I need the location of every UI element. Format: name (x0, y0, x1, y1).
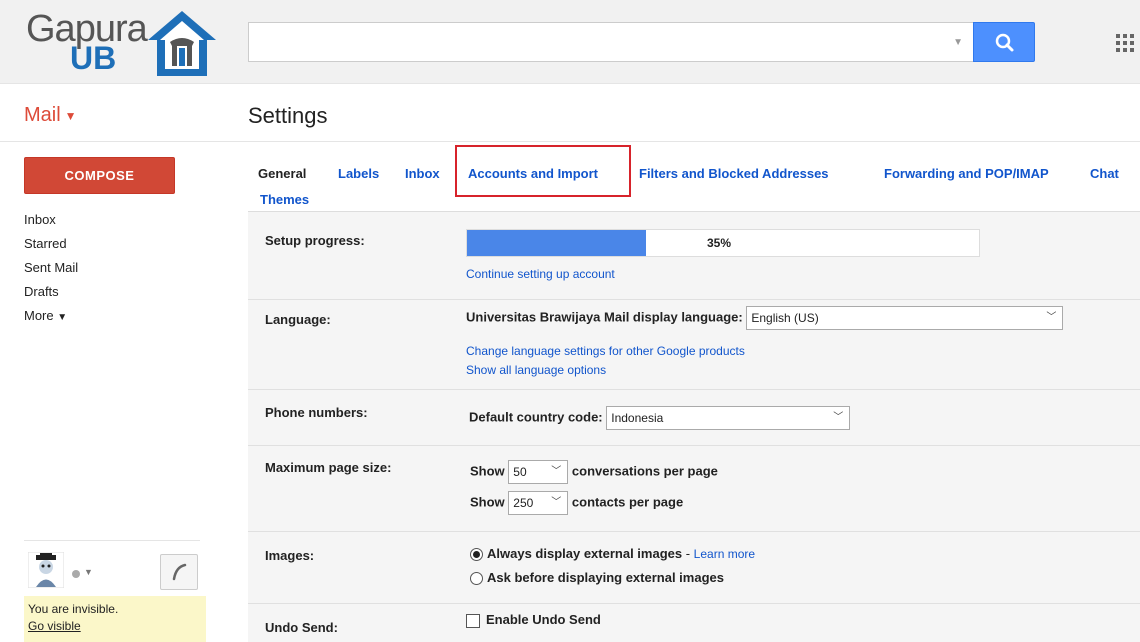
search-button[interactable] (973, 22, 1035, 62)
divider (0, 141, 1140, 142)
tab-themes[interactable]: Themes (260, 192, 309, 207)
phone-icon (172, 563, 187, 581)
sidebar-item-starred[interactable]: Starred (24, 236, 78, 260)
contacts-per-page-value: 250 (513, 496, 534, 510)
setup-progress-label: Setup progress: (265, 233, 365, 248)
conversations-per-page-control: Show 50 ﹀ conversations per page (470, 460, 718, 484)
ask-before-displaying-radio[interactable] (470, 572, 483, 586)
country-code-value: Indonesia (611, 411, 664, 425)
gate-emblem-icon (148, 11, 216, 76)
mail-label: Mail (24, 104, 61, 126)
undo-send-control[interactable]: Enable Undo Send (466, 612, 601, 628)
gapura-ub-logo[interactable]: Gapura UB (14, 6, 224, 78)
avatar[interactable] (28, 552, 64, 588)
undo-send-label: Undo Send: (265, 620, 338, 635)
page-title: Settings (248, 103, 328, 128)
chat-status-text: You are invisible. (28, 602, 119, 616)
conversations-per-page-value: 50 (513, 465, 527, 479)
tab-labels[interactable]: Labels (338, 166, 379, 181)
change-language-settings-link[interactable]: Change language settings for other Googl… (466, 344, 745, 358)
setup-progress-bar: 35% (466, 229, 980, 257)
default-country-code-prompt: Default country code: (469, 409, 603, 425)
separator-text: - (682, 546, 694, 561)
mail-menu[interactable]: Mail ▼ (24, 104, 77, 127)
sidebar-nav: Inbox Starred Sent Mail Drafts More ▼ (24, 212, 78, 332)
display-language-value: English (US) (751, 311, 819, 325)
language-control: Universitas Brawijaya Mail display langu… (466, 306, 1064, 330)
sidebar-item-inbox[interactable]: Inbox (24, 212, 78, 236)
setting-row-language: Language: Universitas Brawijaya Mail dis… (248, 300, 1140, 390)
images-option-ask[interactable]: Ask before displaying external images (470, 570, 724, 586)
chevron-down-icon: ﹀ (551, 466, 562, 477)
conversations-per-page-text: conversations per page (571, 463, 718, 479)
contacts-per-page-select[interactable]: 250 ﹀ (508, 491, 569, 515)
phone-numbers-label: Phone numbers: (265, 405, 368, 420)
chevron-down-icon: ﹀ (551, 497, 562, 508)
progress-percent: 35% (707, 236, 732, 250)
sidebar-more-label: More (24, 308, 54, 323)
contacts-per-page-text: contacts per page (571, 494, 684, 510)
setting-row-images: Images: Always display external images -… (248, 532, 1140, 604)
images-label: Images: (265, 548, 315, 563)
language-label: Language: (265, 312, 331, 327)
conversations-per-page-select[interactable]: 50 ﹀ (508, 460, 569, 484)
setting-row-phone-numbers: Phone numbers: Default country code: Ind… (248, 390, 1140, 446)
display-language-select[interactable]: English (US) ﹀ (746, 306, 1064, 330)
always-display-label: Always display external images (487, 546, 683, 561)
show-label: Show (470, 494, 505, 510)
search-input[interactable]: ▼ (248, 22, 973, 62)
chat-status-notice: You are invisible. Go visible (24, 596, 206, 642)
continue-setup-link[interactable]: Continue setting up account (466, 267, 615, 281)
display-language-prompt: Universitas Brawijaya Mail display langu… (466, 309, 743, 325)
chat-status-dot[interactable] (72, 570, 80, 578)
always-display-radio[interactable] (470, 548, 483, 562)
sidebar-item-sent-mail[interactable]: Sent Mail (24, 260, 78, 284)
top-header: Gapura UB ▼ (0, 0, 1140, 84)
show-all-language-options-link[interactable]: Show all language options (466, 363, 606, 377)
phone-control: Default country code: Indonesia ﹀ (469, 406, 851, 430)
enable-undo-send-checkbox[interactable] (466, 613, 480, 628)
caret-down-icon[interactable]: ▼ (84, 567, 93, 577)
setting-row-setup-progress: Setup progress: 35% Continue setting up … (248, 212, 1140, 300)
tab-filters-and-blocked-addresses[interactable]: Filters and Blocked Addresses (639, 166, 829, 181)
caret-down-icon: ▼ (64, 108, 77, 123)
divider (24, 540, 200, 541)
tab-accounts-and-import[interactable]: Accounts and Import (468, 166, 598, 181)
tab-inbox[interactable]: Inbox (405, 166, 440, 181)
search-icon (995, 33, 1014, 52)
setting-row-undo-send: Undo Send: Enable Undo Send (248, 604, 1140, 642)
caret-down-icon: ▼ (57, 312, 68, 323)
tab-chat[interactable]: Chat (1090, 166, 1119, 181)
tab-general[interactable]: General (258, 166, 306, 181)
sidebar-item-more[interactable]: More ▼ (24, 308, 78, 332)
tab-forwarding-and-pop-imap[interactable]: Forwarding and POP/IMAP (884, 166, 1049, 181)
images-option-always[interactable]: Always display external images - Learn m… (470, 546, 755, 562)
progress-bar-fill (467, 230, 647, 256)
country-code-select[interactable]: Indonesia ﹀ (606, 406, 851, 430)
contacts-per-page-control: Show 250 ﹀ contacts per page (470, 491, 683, 515)
call-phone-button[interactable] (160, 554, 198, 590)
setting-row-maximum-page-size: Maximum page size: Show 50 ﹀ conversation… (248, 446, 1140, 532)
go-visible-link[interactable]: Go visible (28, 619, 206, 633)
chevron-down-icon: ﹀ (833, 412, 844, 423)
ask-before-displaying-label: Ask before displaying external images (487, 570, 724, 585)
search-options-chevron-icon[interactable]: ▼ (953, 37, 963, 48)
show-label: Show (470, 463, 505, 479)
compose-button[interactable]: COMPOSE (24, 157, 175, 194)
learn-more-link[interactable]: Learn more (694, 547, 755, 561)
apps-grid-icon[interactable] (1116, 34, 1140, 52)
chevron-down-icon: ﹀ (1046, 312, 1057, 323)
logo-text-ub: UB (70, 40, 117, 76)
maximum-page-size-label: Maximum page size: (265, 460, 392, 475)
enable-undo-send-label: Enable Undo Send (486, 612, 601, 627)
sidebar-item-drafts[interactable]: Drafts (24, 284, 78, 308)
